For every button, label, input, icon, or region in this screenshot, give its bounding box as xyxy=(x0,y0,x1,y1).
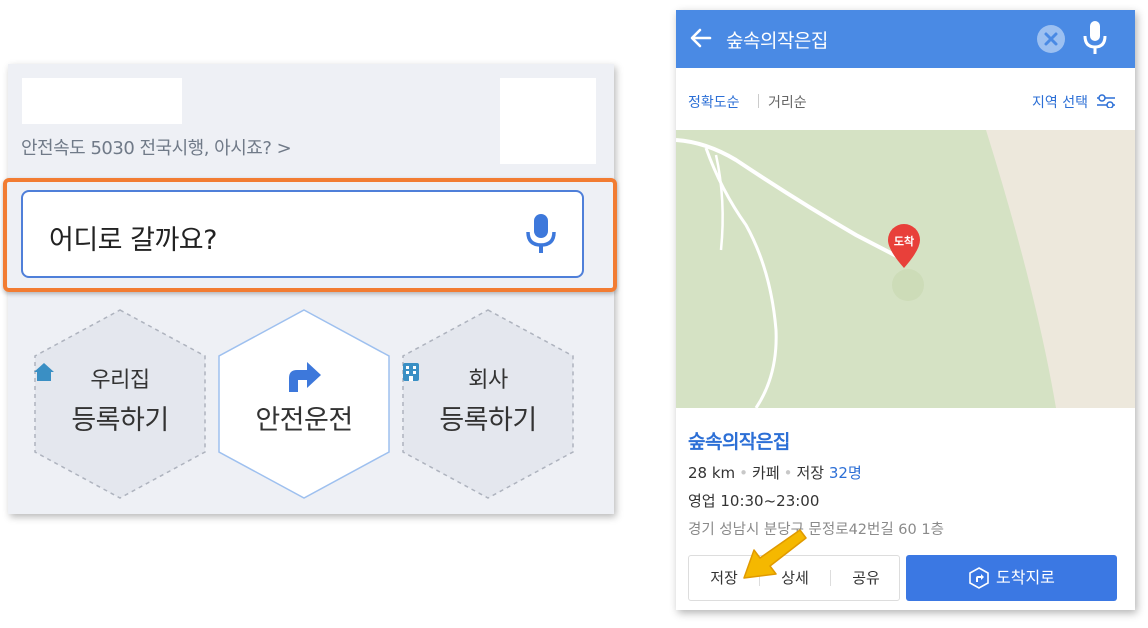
office-label: 회사 xyxy=(468,368,508,393)
search-highlight-box xyxy=(3,178,617,292)
search-result-panel: 숲속의작은집 정확도순 거리순 지역 선택 도착 숲속의작은집 28 km • … xyxy=(676,10,1135,610)
home-register-label: 등록하기 xyxy=(71,405,169,436)
search-header: 숲속의작은집 xyxy=(676,10,1135,68)
pin-label: 도착 xyxy=(893,235,915,248)
set-destination-label: 도착지로 xyxy=(996,568,1055,587)
home-label: 우리집 xyxy=(90,368,150,393)
redacted-profile-block[interactable] xyxy=(500,78,596,164)
office-register-label: 등록하기 xyxy=(439,405,537,436)
map-view[interactable]: 도착 xyxy=(676,130,1135,408)
place-category: 카페 xyxy=(752,464,780,482)
sort-bar: 정확도순 거리순 지역 선택 xyxy=(676,68,1135,130)
redacted-title-block xyxy=(22,78,182,124)
filter-sliders-icon[interactable] xyxy=(1096,94,1116,108)
saved-label: 저장 xyxy=(796,464,825,482)
microphone-icon[interactable] xyxy=(1082,20,1108,56)
safe-driving-label: 안전운전 xyxy=(255,405,353,436)
home-icon xyxy=(34,363,54,381)
destination-hexagon-icon xyxy=(969,567,989,589)
home-register-button[interactable]: 우리집 등록하기 xyxy=(33,308,207,500)
business-hours: 영업 10:30~23:00 xyxy=(688,492,820,510)
sort-accuracy-tab[interactable]: 정확도순 xyxy=(688,92,740,112)
screen: 안전속도 5030 전국시행, 아시죠? > 어디로 갈까요? 우리집 등록하기 xyxy=(0,0,1148,628)
saved-count: 32명 xyxy=(828,464,862,482)
sort-divider xyxy=(758,94,759,108)
back-arrow-icon[interactable] xyxy=(690,26,712,50)
set-destination-button[interactable]: 도착지로 xyxy=(906,555,1117,601)
turn-right-arrow-icon xyxy=(289,362,321,392)
pointer-arrow-icon xyxy=(743,529,807,579)
sort-distance-tab[interactable]: 거리순 xyxy=(768,92,807,112)
notice-banner-link[interactable]: 안전속도 5030 전국시행, 아시죠? > xyxy=(21,134,292,160)
place-address: 경기 성남시 분당구 문정로42번길 60 1층 xyxy=(688,522,944,538)
region-select-button[interactable]: 지역 선택 xyxy=(1032,92,1088,112)
office-register-button[interactable]: 회사 등록하기 xyxy=(401,308,575,500)
place-meta: 28 km • 카페 • 저장 32명 xyxy=(688,464,862,482)
clear-icon[interactable] xyxy=(1036,24,1066,54)
building-icon xyxy=(403,363,419,381)
safe-driving-button[interactable]: 안전운전 xyxy=(217,308,391,500)
share-button[interactable]: 공유 xyxy=(831,556,901,600)
place-title[interactable]: 숲속의작은집 xyxy=(688,427,790,454)
search-query-text[interactable]: 숲속의작은집 xyxy=(726,26,828,53)
place-distance: 28 km xyxy=(688,464,736,482)
